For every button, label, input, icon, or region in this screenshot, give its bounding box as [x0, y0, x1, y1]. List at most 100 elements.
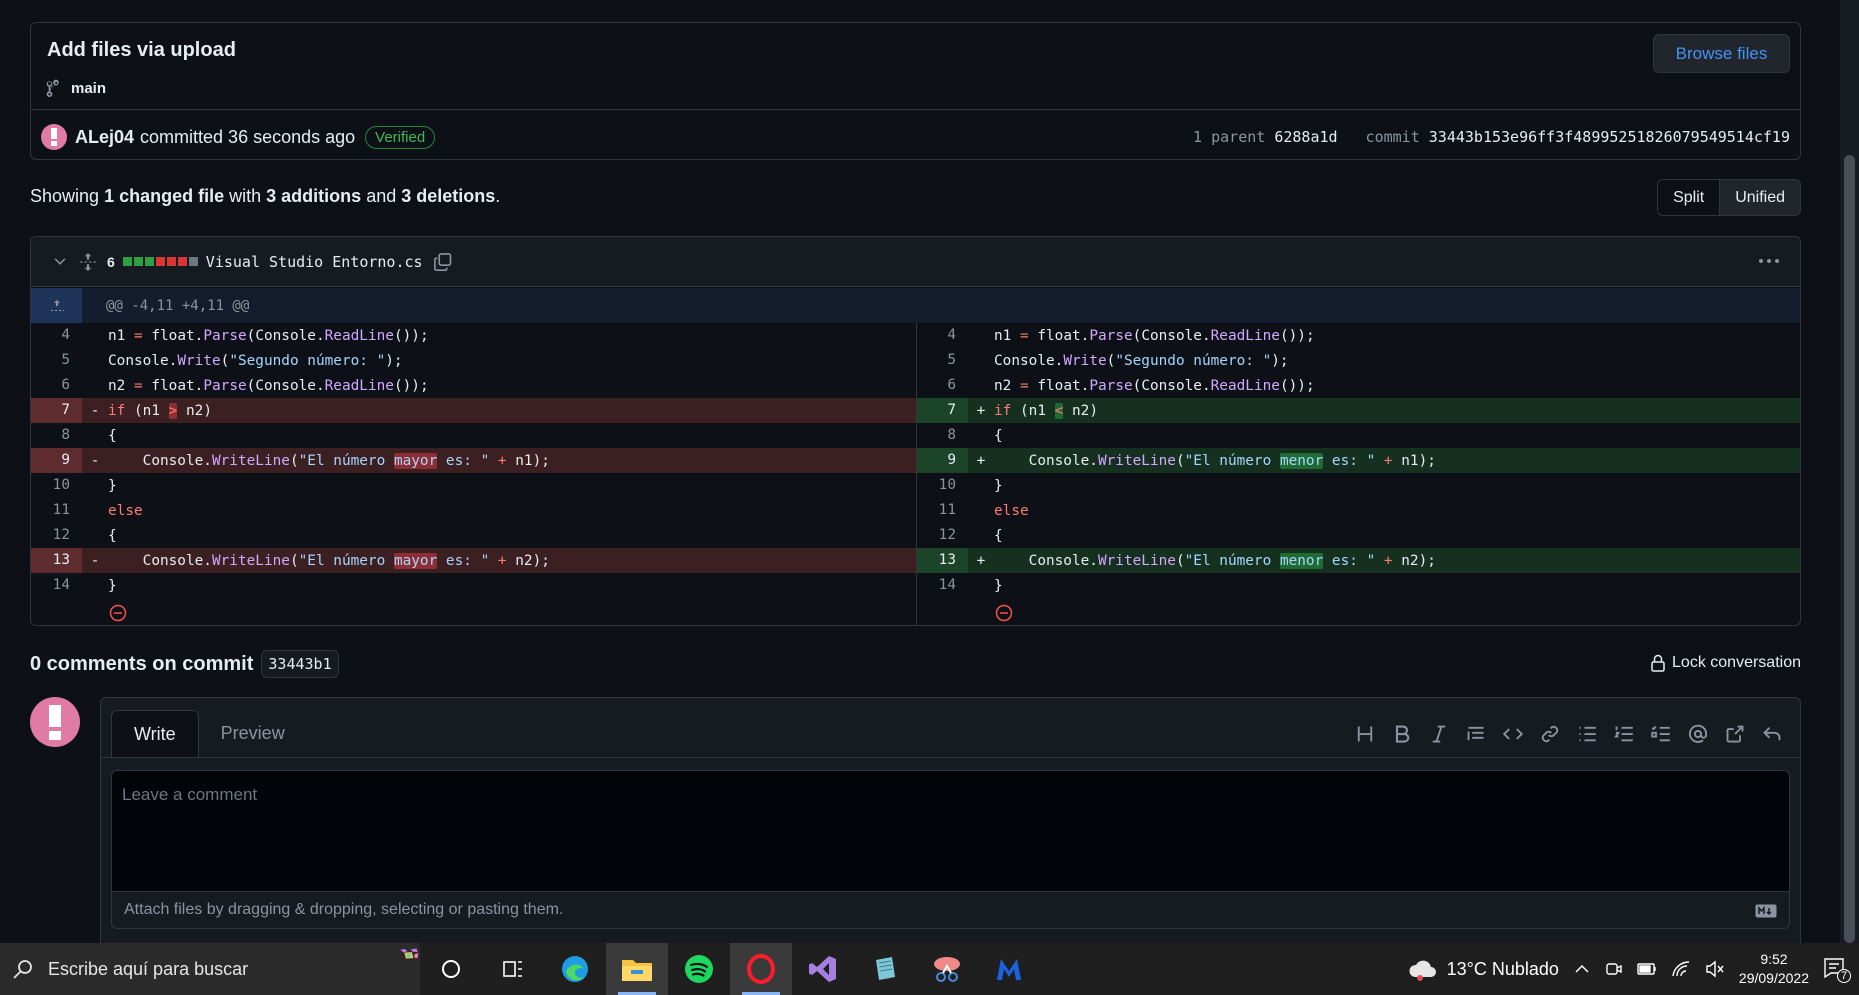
line-number[interactable]: 6 [917, 373, 968, 398]
copy-icon[interactable] [433, 252, 453, 272]
file-explorer-icon[interactable] [606, 943, 668, 995]
diff-line-added: 7 + if (n1 < n2) [917, 398, 1800, 423]
task-list-icon[interactable] [1649, 722, 1673, 746]
diff-line: 4 n1 = float.Parse(Console.ReadLine()); [917, 323, 1800, 348]
line-number[interactable]: 7 [31, 398, 82, 423]
author-avatar[interactable] [41, 124, 67, 150]
expand-all-icon[interactable] [79, 252, 97, 271]
line-number[interactable]: 13 [31, 548, 82, 573]
unified-view-button[interactable]: Unified [1719, 180, 1800, 215]
taskbar-clock[interactable]: 9:52 29/09/2022 [1739, 950, 1809, 988]
line-number[interactable]: 4 [917, 323, 968, 348]
edge-browser-icon[interactable] [544, 943, 606, 995]
notification-center-button[interactable]: 7 [1823, 957, 1851, 983]
kebab-menu-icon[interactable] [1756, 251, 1782, 271]
browse-files-button[interactable]: Browse files [1653, 34, 1790, 73]
commit-sha-badge: 33443b1 [261, 650, 339, 678]
wifi-icon[interactable] [1671, 960, 1691, 978]
diffstat-add-block [144, 257, 154, 266]
summary-deletions: 3 deletions [401, 186, 496, 206]
line-number[interactable]: 11 [917, 498, 968, 523]
weather-text: 13°C Nublado [1446, 958, 1559, 979]
expand-up-button[interactable] [31, 288, 82, 323]
diff-line: 11 else [31, 498, 916, 523]
line-number[interactable]: 8 [917, 423, 968, 448]
page-scrollbar[interactable] [1840, 0, 1859, 943]
line-number[interactable]: 6 [31, 373, 82, 398]
reply-icon[interactable] [1760, 722, 1784, 746]
file-diff-card: 6 Visual Studio Entorno.cs @@ -4,11 +4,1… [30, 236, 1801, 626]
tab-preview[interactable]: Preview [199, 710, 307, 757]
line-number[interactable]: 4 [31, 323, 82, 348]
line-number[interactable]: 10 [917, 473, 968, 498]
split-view-button[interactable]: Split [1658, 180, 1720, 215]
cross-reference-icon[interactable] [1723, 722, 1747, 746]
commit-header-card: Add files via upload main Browse files A… [30, 22, 1801, 160]
line-number[interactable]: 13 [917, 548, 968, 573]
verified-badge[interactable]: Verified [365, 125, 436, 149]
chevron-down-icon[interactable] [51, 253, 69, 271]
line-number[interactable]: 14 [917, 573, 968, 598]
quote-icon[interactable] [1464, 722, 1488, 746]
comment-textarea[interactable]: Leave a comment [111, 770, 1790, 892]
branch-label[interactable]: main [45, 79, 106, 97]
line-number[interactable]: 14 [31, 573, 82, 598]
line-number[interactable]: 12 [917, 523, 968, 548]
tab-write[interactable]: Write [111, 710, 199, 757]
line-number[interactable]: 7 [917, 398, 968, 423]
no-newline-icon [109, 604, 127, 622]
line-number[interactable]: 9 [917, 448, 968, 473]
line-number[interactable]: 5 [31, 348, 82, 373]
bulleted-list-icon[interactable] [1575, 722, 1599, 746]
file-name-link[interactable]: Visual Studio Entorno.cs [206, 253, 423, 271]
scrollbar-thumb[interactable] [1844, 155, 1855, 943]
diff-line-added: 13 + Console.WriteLine("El número menor e… [917, 548, 1800, 573]
line-number[interactable]: 5 [917, 348, 968, 373]
attach-files-bar[interactable]: Attach files by dragging & dropping, sel… [111, 891, 1790, 929]
summary-changed[interactable]: 1 changed file [104, 186, 224, 206]
taskbar-search[interactable]: Escribe aquí para buscar [0, 943, 420, 995]
lock-icon [1651, 654, 1665, 672]
chevron-up-icon[interactable] [1573, 960, 1591, 978]
snipping-tool-icon[interactable] [916, 943, 978, 995]
line-number[interactable]: 10 [31, 473, 82, 498]
diff-line: 5 Console.Write("Segundo número: "); [917, 348, 1800, 373]
comments-heading: 0 comments on commit 33443b1 [30, 650, 339, 678]
task-view-icon[interactable] [482, 943, 544, 995]
diff-line-deleted: 7- if (n1 > n2) [31, 398, 916, 423]
battery-icon[interactable] [1637, 962, 1657, 976]
visual-studio-icon[interactable] [792, 943, 854, 995]
user-avatar[interactable] [30, 697, 80, 747]
meet-now-icon[interactable] [1605, 960, 1623, 978]
diff-view-toggle: Split Unified [1657, 179, 1801, 216]
heading-icon[interactable] [1353, 722, 1377, 746]
branch-name: main [71, 79, 107, 97]
volume-muted-icon[interactable] [1705, 960, 1725, 978]
diffstat-del-block [166, 257, 176, 266]
italic-icon[interactable] [1427, 722, 1451, 746]
line-number[interactable]: 8 [31, 423, 82, 448]
link-icon[interactable] [1538, 722, 1562, 746]
bold-icon[interactable] [1390, 722, 1414, 746]
parent-sha-link[interactable]: 6288a1d [1274, 128, 1337, 146]
weather-widget[interactable]: 13°C Nublado [1407, 957, 1559, 981]
line-number[interactable]: 9 [31, 448, 82, 473]
lock-conversation-button[interactable]: Lock conversation [1650, 654, 1801, 672]
line-number[interactable]: 12 [31, 523, 82, 548]
author-link[interactable]: ALej04 [75, 127, 134, 148]
mention-icon[interactable] [1686, 722, 1710, 746]
addition-marker: + [976, 552, 986, 569]
line-number[interactable]: 11 [31, 498, 82, 523]
malwarebytes-icon[interactable] [978, 943, 1040, 995]
notes-app-icon[interactable] [854, 943, 916, 995]
deletion-marker: - [90, 552, 100, 569]
diff-line-added: 9 + Console.WriteLine("El número menor es… [917, 448, 1800, 473]
opera-browser-icon[interactable] [730, 943, 792, 995]
diff-summary: Showing 1 changed file with 3 additions … [30, 186, 500, 207]
markdown-icon[interactable] [1755, 904, 1777, 918]
spotify-icon[interactable] [668, 943, 730, 995]
numbered-list-icon[interactable] [1612, 722, 1636, 746]
code-icon[interactable] [1501, 722, 1525, 746]
cortana-icon[interactable] [420, 943, 482, 995]
comment-tabs: Write Preview [111, 710, 307, 757]
